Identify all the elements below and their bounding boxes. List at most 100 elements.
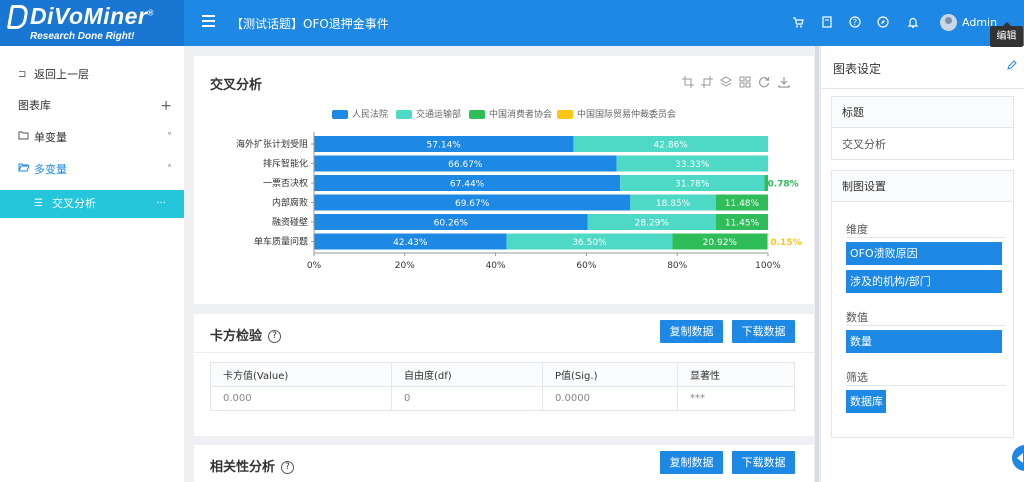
table-header: 卡方值(Value) — [210, 362, 392, 387]
data-label: 28.29% — [635, 219, 670, 229]
menu-toggle-icon[interactable] — [202, 15, 215, 27]
list-icon: ☰ — [34, 198, 43, 209]
legend-item[interactable]: 人民法院 — [332, 107, 388, 120]
plot-settings-box: 制图设置 维度 OFO溃败原因 涉及的机构/部门 数值 数量 筛选 数据库 — [831, 170, 1014, 438]
filter-tag[interactable]: 数据库 — [846, 390, 886, 413]
legend-item[interactable]: 中国消费者协会 — [469, 107, 552, 120]
data-label: 0.15% — [770, 238, 801, 248]
edit-icon[interactable] — [1007, 60, 1017, 70]
download-data-button[interactable]: 下载数据 — [732, 451, 795, 474]
sidebar-item-cross-analysis[interactable]: ☰ 交叉分析 ··· — [0, 190, 184, 218]
stacked-bar-chart: 海外扩张计划受阻 57.14% 42.86% 排斥智能化 66.67% 33.33% 一票否… — [236, 132, 802, 271]
bell-icon[interactable] — [907, 16, 919, 28]
help-icon[interactable]: ? — [281, 461, 295, 474]
chi-square-card: 卡方检验? 复制数据 下载数据 卡方值(Value) 自由度(df) P值(Si… — [194, 314, 814, 436]
crop-alt-icon[interactable] — [701, 76, 713, 88]
copy-data-button[interactable]: 复制数据 — [660, 451, 723, 474]
sidebar-item-multivariate[interactable]: 多变量 ˄ — [0, 156, 184, 184]
chi-square-title: 卡方检验? — [210, 325, 282, 344]
sidebar-item-label: 单变量 — [34, 131, 67, 144]
divider — [194, 352, 814, 353]
table-header: 显著性 — [677, 362, 795, 387]
add-icon[interactable]: + — [160, 92, 172, 120]
x-tick-label: 100% — [755, 261, 781, 271]
legend-label: 交通运输部 — [416, 110, 462, 120]
logo-slogan: Research Done Right! — [30, 31, 135, 42]
category-label: 内部腐败 — [272, 197, 308, 209]
grid-icon[interactable] — [739, 76, 751, 88]
data-label: 31.78% — [675, 180, 710, 190]
chart-title-value[interactable]: 交叉分析 — [832, 128, 1013, 160]
title-settings-box: 标题 交叉分析 — [831, 96, 1014, 160]
data-label: 11.45% — [725, 219, 760, 229]
download-data-button[interactable]: 下载数据 — [732, 320, 795, 343]
data-label: 67.44% — [450, 180, 485, 190]
scrollbar[interactable] — [815, 46, 819, 482]
logo[interactable]: DiVoMiner® Research Done Right! — [0, 0, 184, 46]
dimension-tag[interactable]: OFO溃败原因 — [846, 242, 1002, 265]
dimension-tag[interactable]: 涉及的机构/部门 — [846, 270, 1002, 293]
crop-icon[interactable] — [682, 76, 694, 88]
legend-label: 人民法院 — [352, 110, 389, 120]
legend-label: 中国国际贸易仲裁委员会 — [577, 110, 677, 120]
category-label: 单车质量问题 — [254, 236, 308, 248]
bar-segment — [716, 214, 768, 230]
data-label: 60.26% — [434, 219, 469, 229]
more-icon[interactable]: ··· — [156, 190, 166, 218]
data-label: 0.78% — [767, 180, 798, 190]
help-icon[interactable]: ? — [849, 16, 861, 28]
folder-icon — [18, 124, 29, 152]
chevron-down-icon: ˅ — [167, 132, 172, 143]
sidebar-item-univariate[interactable]: 单变量 ˅ — [0, 124, 184, 152]
title-box-header: 标题 — [832, 97, 1013, 128]
copy-data-button[interactable]: 复制数据 — [660, 320, 723, 343]
bar-segment — [314, 194, 631, 211]
settings-panel: 图表设定 标题 交叉分析 制图设置 维度 OFO溃败原因 涉及的机构/部门 数值… — [820, 46, 1024, 482]
divider — [846, 385, 1006, 386]
bar-segment — [314, 175, 621, 191]
legend-swatch — [396, 110, 412, 119]
value-tag[interactable]: 数量 — [846, 330, 1002, 353]
bar-segment — [616, 155, 768, 172]
x-tick-label: 40% — [486, 261, 506, 271]
table-header: P值(Sig.) — [542, 362, 678, 387]
sidebar-item-back[interactable]: ⊐ 返回上一层 — [0, 61, 184, 89]
chart-card: 交叉分析 人民法院 交通运输部 中国消费者协会 中国国际贸易仲裁委员会 海外扩张计划受… — [194, 56, 814, 304]
download-icon[interactable] — [778, 76, 790, 88]
legend-swatch — [557, 110, 573, 119]
table-cell: 0 — [391, 386, 543, 411]
table-row: 0.000 0 0.0000 *** — [210, 386, 795, 411]
book-icon[interactable] — [821, 16, 833, 28]
svg-text:?: ? — [853, 18, 857, 27]
sidebar-item-label: 图表库 — [18, 99, 51, 112]
bar-segment — [314, 214, 588, 230]
table-cell: 0.0000 — [542, 386, 678, 411]
divider — [821, 88, 1024, 89]
compass-icon[interactable] — [877, 16, 889, 28]
data-label: 36.50% — [572, 238, 607, 248]
cart-icon[interactable] — [792, 16, 804, 28]
data-label: 42.86% — [654, 141, 689, 151]
sidebar-item-chart-library[interactable]: 图表库 + — [0, 92, 184, 120]
category-label: 排斥智能化 — [263, 158, 308, 170]
bar-segment — [587, 214, 717, 230]
help-icon[interactable]: ? — [268, 330, 282, 343]
data-label: 57.14% — [427, 141, 462, 151]
chevron-up-icon: ˄ — [167, 164, 172, 175]
folder-open-icon — [18, 156, 30, 184]
logo-text: DiVoMiner® — [30, 3, 154, 29]
data-label: 11.48% — [725, 199, 760, 209]
legend-item[interactable]: 中国国际贸易仲裁委员会 — [557, 107, 676, 120]
layers-icon[interactable] — [720, 76, 732, 88]
correlation-title: 相关性分析? — [210, 456, 295, 475]
bar-segment — [767, 233, 769, 250]
data-label: 18.85% — [656, 199, 691, 209]
legend-item[interactable]: 交通运输部 — [396, 107, 461, 120]
page-title: 【测试话题】OFO退押金事件 — [231, 17, 389, 31]
edit-tooltip: 编辑 — [990, 22, 1023, 47]
avatar[interactable] — [940, 14, 957, 31]
refresh-icon[interactable] — [758, 76, 770, 88]
data-label: 66.67% — [448, 160, 483, 170]
legend-swatch — [469, 110, 485, 119]
filter-label: 筛选 — [846, 371, 868, 384]
